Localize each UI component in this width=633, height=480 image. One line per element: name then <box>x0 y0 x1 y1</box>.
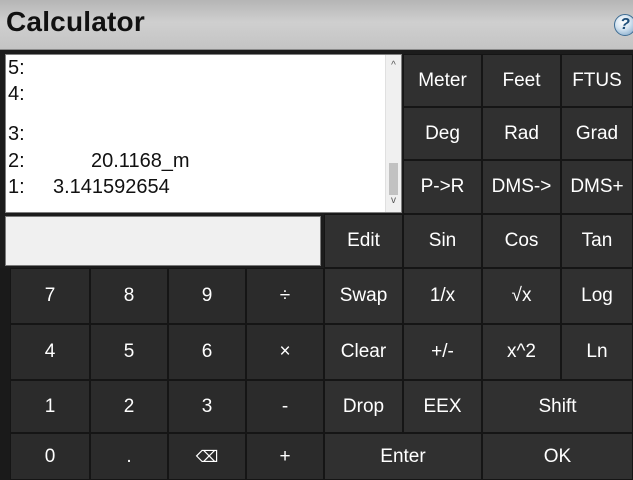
entry-field[interactable] <box>5 216 321 266</box>
digit-5-button[interactable]: 5 <box>90 324 168 380</box>
digit-1-button[interactable]: 1 <box>10 380 90 433</box>
stack-row: 5: <box>6 55 386 81</box>
digit-0-button[interactable]: 0 <box>10 433 90 480</box>
digit-3-button[interactable]: 3 <box>168 380 246 433</box>
divide-button[interactable]: ÷ <box>246 268 324 324</box>
stack-level-label: 1: <box>8 176 25 198</box>
ftus-button[interactable]: FTUS <box>561 54 633 107</box>
rad-button[interactable]: Rad <box>482 107 561 160</box>
digit-7-button[interactable]: 7 <box>10 268 90 324</box>
stack-row: 2: 20.1168_m <box>6 148 386 174</box>
stack-display[interactable]: 5: 4: 3: 2: 20.1168_m 1: 3.141592654 ^ v <box>5 54 402 213</box>
digit-2-button[interactable]: 2 <box>90 380 168 433</box>
scroll-down-icon[interactable]: v <box>386 194 401 208</box>
backspace-icon[interactable]: ⌫ <box>168 433 246 480</box>
stack-row: 3: <box>6 121 386 147</box>
calculator-window: Calculator ? 5: 4: 3: 2: 20.1168_m 1: 3.… <box>0 0 633 480</box>
polar-to-rect-button[interactable]: P->R <box>403 160 482 214</box>
help-icon[interactable]: ? <box>614 14 633 36</box>
swap-button[interactable]: Swap <box>324 268 403 324</box>
stack-value: 20.1168_m <box>91 150 190 172</box>
dms-plus-button[interactable]: DMS+ <box>561 160 633 214</box>
add-button[interactable]: + <box>246 433 324 480</box>
left-edge <box>0 268 10 480</box>
digit-4-button[interactable]: 4 <box>10 324 90 380</box>
meter-button[interactable]: Meter <box>403 54 482 107</box>
stack-level-label: 3: <box>8 123 25 145</box>
stack-row: 4: <box>6 81 386 107</box>
ln-button[interactable]: Ln <box>561 324 633 380</box>
scroll-up-icon[interactable]: ^ <box>386 59 401 73</box>
feet-button[interactable]: Feet <box>482 54 561 107</box>
digit-9-button[interactable]: 9 <box>168 268 246 324</box>
title-bar: Calculator ? <box>0 0 633 50</box>
eex-button[interactable]: EEX <box>403 380 482 433</box>
sin-button[interactable]: Sin <box>403 214 482 268</box>
reciprocal-button[interactable]: 1/x <box>403 268 482 324</box>
log-button[interactable]: Log <box>561 268 633 324</box>
square-button[interactable]: x^2 <box>482 324 561 380</box>
stack-level-label: 4: <box>8 83 25 105</box>
stack-row: 1: 3.141592654 <box>6 174 386 200</box>
ok-button[interactable]: OK <box>482 433 633 480</box>
enter-button[interactable]: Enter <box>324 433 482 480</box>
clear-button[interactable]: Clear <box>324 324 403 380</box>
window-title: Calculator <box>6 6 145 37</box>
stack-scrollbar[interactable]: ^ v <box>385 55 401 212</box>
deg-button[interactable]: Deg <box>403 107 482 160</box>
digit-6-button[interactable]: 6 <box>168 324 246 380</box>
drop-button[interactable]: Drop <box>324 380 403 433</box>
grad-button[interactable]: Grad <box>561 107 633 160</box>
negate-button[interactable]: +/- <box>403 324 482 380</box>
decimal-button[interactable]: . <box>90 433 168 480</box>
scroll-thumb[interactable] <box>389 163 398 195</box>
stack-value: 3.141592654 <box>53 176 170 198</box>
sqrt-button[interactable]: √x <box>482 268 561 324</box>
multiply-button[interactable]: × <box>246 324 324 380</box>
shift-button[interactable]: Shift <box>482 380 633 433</box>
cos-button[interactable]: Cos <box>482 214 561 268</box>
dms-convert-button[interactable]: DMS-> <box>482 160 561 214</box>
subtract-button[interactable]: - <box>246 380 324 433</box>
digit-8-button[interactable]: 8 <box>90 268 168 324</box>
tan-button[interactable]: Tan <box>561 214 633 268</box>
stack-level-label: 5: <box>8 57 25 79</box>
stack-level-label: 2: <box>8 150 25 172</box>
edit-button[interactable]: Edit <box>324 214 403 268</box>
